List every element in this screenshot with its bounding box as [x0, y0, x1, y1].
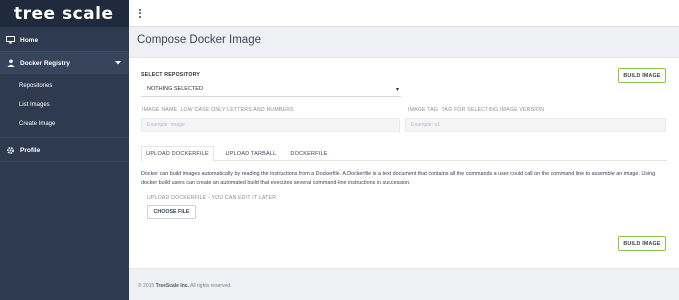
sidebar: tree scale Home Docker Registry Reposito…: [0, 0, 129, 300]
select-repository-label: SELECT REPOSITORY: [141, 72, 201, 78]
footer-company: TreeScale Inc.: [155, 283, 189, 289]
image-tag-placeholder: Example: v1: [411, 122, 441, 128]
build-image-button-top[interactable]: BUILD IMAGE: [618, 68, 666, 83]
image-tag-label: IMAGE TAG TAG FOR SELECTING IMAGE VERSIO…: [408, 107, 545, 113]
upload-tabs: UPLOAD DOCKERFILE UPLOAD TARBALL DOCKERF…: [141, 146, 667, 162]
compose-form-card: SELECT REPOSITORY NOTHING SELECTED ▾ BUI…: [129, 57, 679, 269]
chevron-down-icon: [115, 60, 121, 67]
docker-registry-submenu: Repositories List Images Create Image: [0, 74, 129, 137]
sidebar-item-create-image[interactable]: Create Image: [0, 114, 129, 133]
sidebar-item-profile[interactable]: Profile: [0, 139, 129, 161]
tab-upload-tarball[interactable]: UPLOAD TARBALL: [221, 146, 281, 161]
dockerfile-description: Docker can build images automatically by…: [141, 171, 656, 186]
sidebar-item-docker-registry[interactable]: Docker Registry: [0, 52, 129, 74]
image-name-placeholder: Example: image: [147, 122, 185, 128]
top-bar: [129, 0, 679, 27]
upload-dockerfile-label: UPLOAD DOCKERFILE - YOU CAN EDIT IT LATE…: [147, 195, 277, 201]
image-name-label: IMAGE NAME LOW CASE ONLY LETTERS AND NUM…: [142, 107, 294, 113]
choose-file-button[interactable]: CHOOSE FILE: [147, 205, 196, 219]
sidebar-item-repositories[interactable]: Repositories: [0, 76, 129, 95]
logo[interactable]: tree scale: [14, 4, 114, 24]
sidebar-item-home[interactable]: Home: [0, 29, 129, 51]
sidebar-item-label: Profile: [20, 146, 41, 154]
tab-upload-dockerfile[interactable]: UPLOAD DOCKERFILE: [141, 146, 214, 162]
person-icon: [6, 59, 15, 68]
image-tag-input[interactable]: Example: v1: [405, 118, 666, 132]
monitor-icon: [6, 36, 15, 45]
sidebar-divider: [0, 137, 129, 138]
sidebar-item-label: Home: [20, 36, 39, 44]
page-title: Compose Docker Image: [137, 34, 261, 46]
logo-bar: tree scale: [0, 0, 129, 27]
repository-select[interactable]: NOTHING SELECTED ▾: [141, 82, 401, 97]
tab-dockerfile[interactable]: DOCKERFILE: [284, 146, 334, 161]
repository-select-value: NOTHING SELECTED: [147, 86, 203, 92]
image-name-input[interactable]: Example: image: [141, 118, 400, 132]
kebab-menu-icon[interactable]: [137, 7, 143, 20]
caret-down-icon: ▾: [395, 87, 399, 93]
sidebar-divider: [0, 161, 129, 162]
sidebar-item-label: Docker Registry: [20, 59, 70, 67]
build-image-button-bottom[interactable]: BUILD IMAGE: [618, 236, 666, 251]
gear-icon: [6, 146, 15, 155]
footer: © 2015 TreeScale Inc. All rights reserve…: [138, 283, 232, 289]
sidebar-item-list-images[interactable]: List Images: [0, 95, 129, 114]
